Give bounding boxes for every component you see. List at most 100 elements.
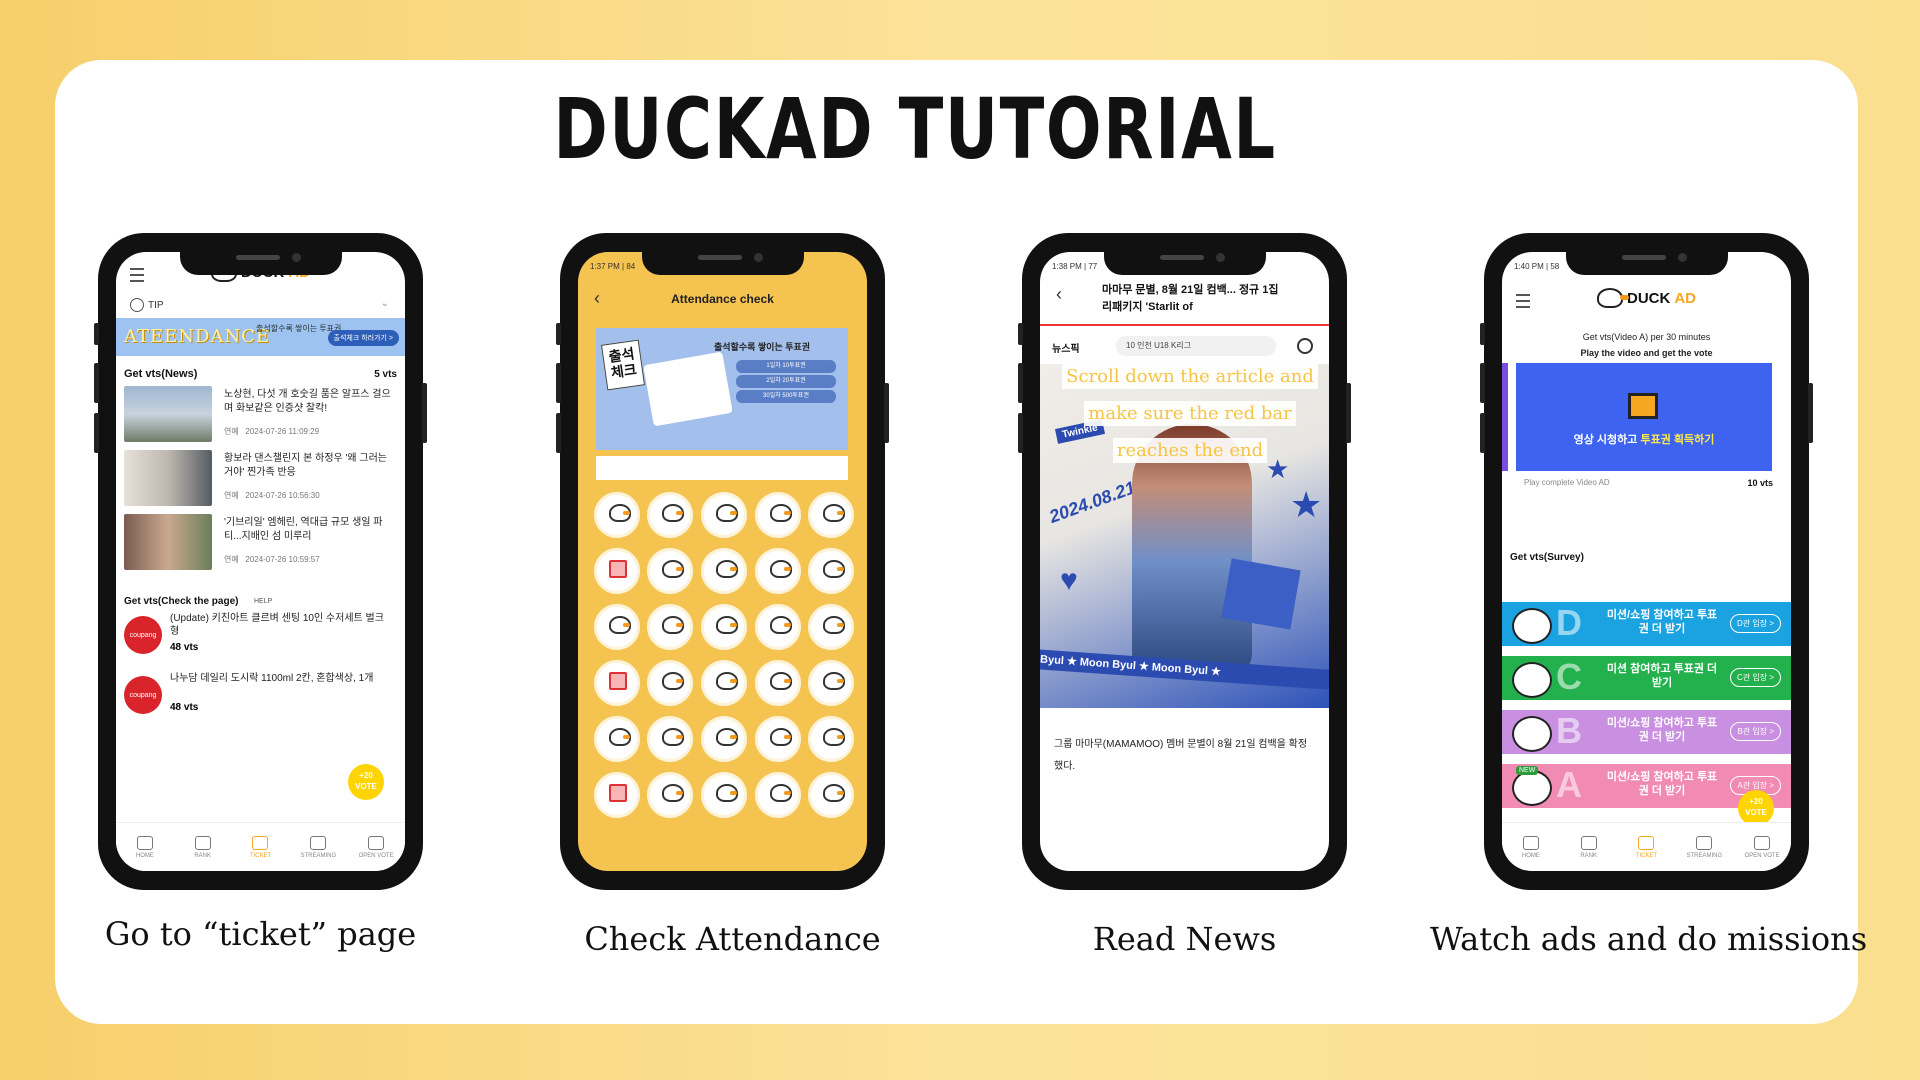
stamp-day[interactable] <box>647 660 694 706</box>
stamp-day[interactable] <box>700 660 747 706</box>
attendance-button[interactable]: 출석체크 하러가기 > <box>327 330 399 346</box>
tab-home[interactable]: HOME <box>120 823 170 871</box>
gift-bonus-stamp[interactable] <box>593 660 640 706</box>
rank-icon <box>194 835 211 850</box>
gift-bonus-stamp[interactable] <box>593 772 640 818</box>
vote-badge[interactable]: +20 VOTE <box>1738 790 1774 826</box>
stamp-day[interactable] <box>700 716 747 762</box>
stamp-day[interactable] <box>647 772 694 818</box>
caption-news: Read News <box>1092 920 1277 958</box>
coupang-item[interactable]: coupang 나누담 데일리 도시락 1100ml 2칸, 혼합색상, 1개 … <box>124 672 399 724</box>
caption-attendance: Check Attendance <box>584 920 881 958</box>
home-icon <box>136 835 153 850</box>
enter-b-button[interactable]: B관 입장 > <box>1730 722 1781 741</box>
coupang-logo: coupang <box>124 616 162 654</box>
tab-streaming[interactable]: STREAMING <box>1679 823 1729 871</box>
news-source-bar: 뉴스픽 10 인천 U18 K리그 <box>1040 332 1329 360</box>
lightbulb-icon <box>130 298 144 312</box>
stamp-day[interactable] <box>754 492 801 538</box>
bottom-tab-bar: HOME RANK TICKET STREAMING OPEN VOTE <box>116 822 405 871</box>
stamp-day[interactable] <box>593 716 640 762</box>
stamp-day[interactable] <box>754 604 801 650</box>
stamp-day[interactable] <box>808 548 855 594</box>
news-item[interactable]: 황보라 댄스챌린지 본 하정우 '왜 그러는거야' 찐가족 반응 연예 2024… <box>124 450 399 508</box>
stamp-day[interactable] <box>754 772 801 818</box>
coupang-item[interactable]: coupang (Update) 키친아트 클르벼 센팅 10인 수저세트 벌크… <box>124 612 399 664</box>
stamp-day[interactable] <box>700 492 747 538</box>
phone-news: 1:38 PM | 77 ‹ 마마무 문별, 8월 21일 컴백... 정규 1… <box>1018 233 1351 890</box>
news-item[interactable]: '기브리일' 엠헤린, 역대급 규모 생일 파티...지배인 섬 미루리 연예 … <box>124 514 399 572</box>
search-input[interactable]: 10 인천 U18 K리그 <box>1116 336 1276 356</box>
star-icon: ★ <box>1290 484 1323 525</box>
page-section-title: Get vts(Check the page) <box>124 596 239 607</box>
stamp-day[interactable] <box>647 716 694 762</box>
stamp-day[interactable] <box>754 548 801 594</box>
mission-banner-d[interactable]: D 미션/쇼핑 참여하고 투표권 더 받기 D관 입장 > <box>1502 602 1791 646</box>
help-link[interactable]: HELP <box>254 598 272 605</box>
back-arrow-icon[interactable]: ‹ <box>1056 284 1062 305</box>
article-header: ‹ 마마무 문별, 8월 21일 컴백... 정규 1집 리패키지 'Starl… <box>1040 280 1329 326</box>
stamp-day[interactable] <box>808 492 855 538</box>
enter-c-button[interactable]: C관 입장 > <box>1730 668 1781 687</box>
stamp-day[interactable] <box>593 492 640 538</box>
rank-icon <box>1580 835 1597 850</box>
video-ad-button[interactable]: 영상 시청하고 투표권 획득하기 <box>1516 363 1772 471</box>
tab-streaming[interactable]: STREAMING <box>293 823 343 871</box>
tab-ticket[interactable]: TICKET <box>235 823 285 871</box>
news-vts: 5 vts <box>374 369 397 380</box>
stamp-day[interactable] <box>700 772 747 818</box>
album-cover <box>1221 558 1301 630</box>
calendar-icon <box>643 351 733 427</box>
gift-bonus-stamp[interactable] <box>593 548 640 594</box>
news-thumbnail <box>124 450 212 506</box>
chevron-down-icon[interactable]: ⌄ <box>381 298 389 309</box>
attendance-banner: 출석 체크 출석할수록 쌓이는 투표권 1일차 10투표권 2일차 20투표권 … <box>596 328 848 450</box>
tab-home[interactable]: HOME <box>1506 823 1556 871</box>
stamp-day[interactable] <box>754 660 801 706</box>
home-icon <box>1522 835 1539 850</box>
phone1-screen: DUCKAD TIP ⌄ ATEENDANCE 출석할수록 쌓이는 투표권 출석… <box>116 252 405 871</box>
stamp-day[interactable] <box>808 772 855 818</box>
stamp-day[interactable] <box>808 604 855 650</box>
stamp-day[interactable] <box>647 548 694 594</box>
stamp-day[interactable] <box>647 492 694 538</box>
vote-badge[interactable]: +20 VOTE <box>348 764 384 800</box>
bottom-tab-bar: HOME RANK TICKET STREAMING OPEN VOTE <box>1502 822 1791 871</box>
news-item[interactable]: 노상현, 다섯 개 호숫길 품은 알프스 걸으며 화보같은 인증샷 찰칵! 연예… <box>124 386 399 444</box>
attendance-stamp-grid <box>590 492 858 818</box>
tab-open-vote[interactable]: OPEN VOTE <box>351 823 401 871</box>
vote-icon <box>1754 835 1771 850</box>
search-icon[interactable] <box>1297 338 1313 354</box>
duck-icon <box>1512 608 1552 644</box>
stamp-day[interactable] <box>808 716 855 762</box>
tab-open-vote[interactable]: OPEN VOTE <box>1737 823 1787 871</box>
mission-banner-b[interactable]: B 미션/쇼핑 참여하고 투표권 더 받기 B관 입장 > <box>1502 710 1791 754</box>
attendance-banner[interactable]: ATEENDANCE 출석할수록 쌓이는 투표권 출석체크 하러가기 > <box>116 318 405 356</box>
menu-icon[interactable] <box>130 268 144 282</box>
tab-ticket[interactable]: TICKET <box>1621 823 1671 871</box>
vote-icon <box>368 835 385 850</box>
stamp-day[interactable] <box>808 660 855 706</box>
article-headline: 마마무 문별, 8월 21일 컴백... 정규 1집 리패키지 'Starlit… <box>1102 284 1279 313</box>
news-thumbnail <box>124 514 212 570</box>
stamp-day[interactable] <box>700 548 747 594</box>
phone-attendance: 1:37 PM | 84 ‹ Attendance check 출석 체크 출석… <box>556 233 889 890</box>
phone-missions: 1:40 PM | 58 DUCK AD Get vts(Video A) per… <box>1480 233 1813 890</box>
caption-ticket: Go to “ticket” page <box>104 915 417 953</box>
headphones-icon <box>310 835 327 850</box>
attendance-header: Attendance check <box>671 292 774 306</box>
stamp-day[interactable] <box>700 604 747 650</box>
mission-banner-c[interactable]: C 미션 참여하고 투표권 더 받기 C관 입장 > <box>1502 656 1791 700</box>
caption-missions: Watch ads and do missions <box>1430 920 1868 958</box>
headphones-icon <box>1696 835 1713 850</box>
stamp-day[interactable] <box>647 604 694 650</box>
duckad-logo: DUCKAD <box>1596 288 1696 308</box>
article-body: 그룹 마마무(MAMAMOO) 멤버 문별이 8월 21일 컴백을 확정했다. <box>1054 739 1308 772</box>
ticket-icon <box>1638 835 1655 850</box>
stamp-day[interactable] <box>754 716 801 762</box>
stamp-day[interactable] <box>593 604 640 650</box>
enter-d-button[interactable]: D관 입장 > <box>1730 614 1781 633</box>
tab-rank[interactable]: RANK <box>178 823 228 871</box>
tip-toggle[interactable]: TIP <box>130 298 164 312</box>
tab-rank[interactable]: RANK <box>1564 823 1614 871</box>
